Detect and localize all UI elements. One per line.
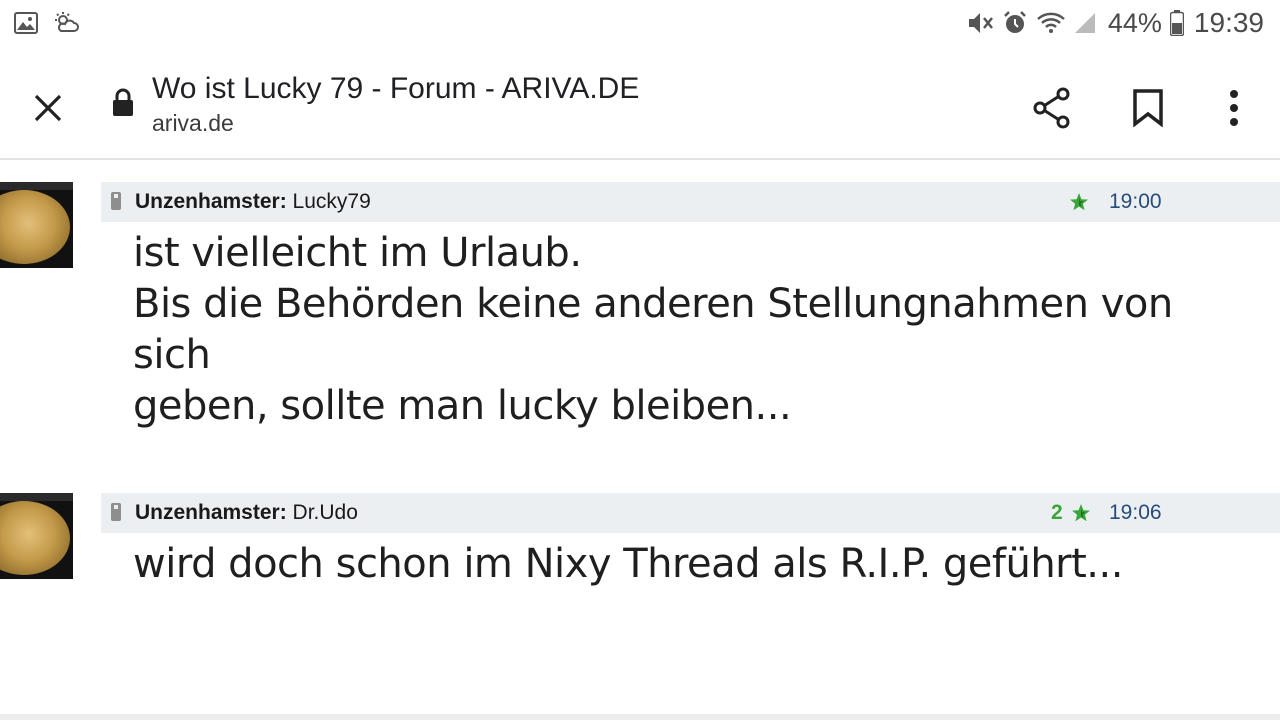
star-count: 2 [1051, 501, 1063, 524]
close-button[interactable] [22, 82, 74, 134]
coin-image [0, 501, 70, 575]
post-time[interactable]: 19:06 [1109, 501, 1162, 525]
status-bar: 44% 19:39 [0, 0, 1280, 46]
forum-post: Unzenhamster: Lucky79 19:00 ist vielleic… [0, 182, 1280, 429]
post-line: wird doch schon im Nixy Thread als R.I.P… [133, 541, 1123, 587]
group-name: Unzenhamster: [135, 190, 287, 213]
more-options-button[interactable] [1206, 80, 1262, 136]
share-button[interactable] [1024, 80, 1080, 136]
mute-icon [966, 10, 994, 36]
avatar-border [0, 493, 73, 501]
gallery-icon [14, 12, 38, 34]
battery-percent: 44% [1107, 7, 1162, 38]
group-name: Unzenhamster: [135, 501, 287, 524]
post-line: Bis die Behörden keine anderen Stellungn… [133, 281, 1173, 378]
custom-tab-toolbar: Wo ist Lucky 79 - Forum - ARIVA.DE ariva… [0, 46, 1280, 160]
clock: 19:39 [1193, 7, 1264, 38]
bookmark-icon [1133, 89, 1163, 127]
lock-icon[interactable] [111, 88, 135, 123]
close-icon [34, 94, 62, 122]
post-header: Unzenhamster: Lucky79 19:00 [101, 182, 1280, 222]
green-star-icon[interactable] [1071, 503, 1091, 523]
green-star-icon[interactable] [1069, 192, 1089, 212]
reply-to-user[interactable]: Dr.Udo [293, 501, 358, 524]
bottom-divider [0, 714, 1280, 720]
avatar[interactable] [0, 493, 73, 579]
browser-page: 44% 19:39 Wo ist Lucky 79 - Forum - ARIV… [0, 0, 1280, 720]
post-text: ist vielleicht im Urlaub. Bis die Behörd… [133, 228, 1253, 432]
page-url: ariva.de [152, 110, 234, 136]
post-text: wird doch schon im Nixy Thread als R.I.P… [133, 539, 1253, 590]
coin-image [0, 190, 70, 264]
mobile-device-icon [111, 192, 121, 210]
wifi-icon [1036, 11, 1066, 35]
battery-icon [1169, 10, 1184, 36]
signal-icon [1074, 11, 1096, 35]
post-author: Unzenhamster: Dr.Udo [135, 501, 358, 525]
avatar[interactable] [0, 182, 73, 268]
bookmark-button[interactable] [1120, 80, 1176, 136]
title-block[interactable]: Wo ist Lucky 79 - Forum - ARIVA.DE ariva… [152, 70, 639, 138]
forum-post: Unzenhamster: Dr.Udo 2 19:06 wird doch s… [0, 493, 1280, 613]
post-line: ist vielleicht im Urlaub. [133, 230, 582, 276]
reply-to-user[interactable]: Lucky79 [293, 190, 371, 213]
more-vert-icon [1230, 90, 1238, 126]
post-author: Unzenhamster: Lucky79 [135, 190, 371, 214]
alarm-icon [1002, 10, 1028, 36]
post-time[interactable]: 19:00 [1109, 190, 1162, 214]
share-icon [1033, 87, 1070, 129]
avatar-border [0, 182, 73, 190]
post-line: geben, sollte man lucky bleiben... [133, 383, 792, 429]
page-title: Wo ist Lucky 79 - Forum - ARIVA.DE [152, 72, 640, 105]
post-header: Unzenhamster: Dr.Udo 2 19:06 [101, 493, 1280, 533]
weather-icon [52, 11, 80, 35]
mobile-device-icon [111, 503, 121, 521]
